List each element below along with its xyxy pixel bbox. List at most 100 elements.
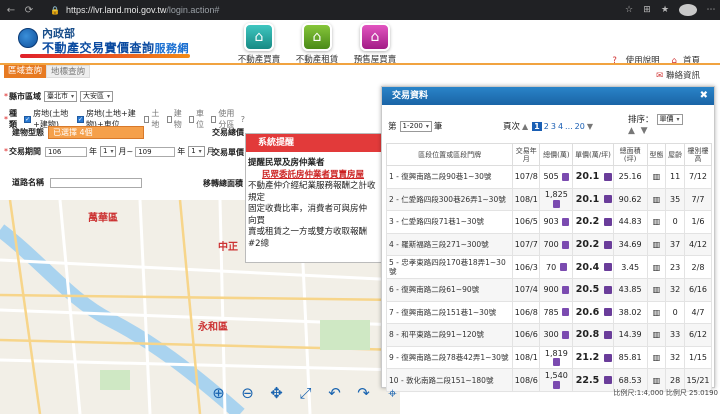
type-cell: ▥: [646, 345, 667, 370]
table-row[interactable]: 2 - 仁愛路四段300巷26弄1~30號 108/1 1,825 20.1 90.…: [385, 187, 713, 212]
period-end-month-select[interactable]: 1 ▾: [188, 146, 205, 157]
type-checkbox[interactable]: [24, 115, 32, 123]
period-start-year-input[interactable]: 106: [45, 146, 87, 157]
chart-icon[interactable]: [603, 330, 612, 339]
table-row[interactable]: 9 - 復興南路二段78巷42弄1~30號 108/1 1,819 21.2 85.…: [385, 345, 713, 370]
query-tabs: 區域查詢 地標查詢: [4, 65, 91, 78]
detail-icon[interactable]: [562, 240, 570, 249]
back-map-icon[interactable]: ↶: [320, 384, 349, 402]
nav-presale[interactable]: ⌂ 預售屋買賣: [346, 23, 404, 65]
column-header[interactable]: 總面積(坪): [612, 143, 648, 166]
table-row[interactable]: 7 - 復興南路二段151巷1~30號 106/8 785 20.6 38.02 ▥ 0…: [385, 300, 713, 325]
type-checkbox[interactable]: [76, 115, 84, 123]
column-header[interactable]: 樓別樓高: [683, 143, 713, 166]
building-type-select[interactable]: 已選擇 4個: [48, 126, 144, 139]
info-icon[interactable]: ?: [241, 115, 245, 124]
notice-link[interactable]: 民眾委託房仲業者買賣房屋: [262, 170, 382, 182]
close-icon[interactable]: ✖: [700, 90, 708, 101]
chart-icon[interactable]: [603, 376, 612, 385]
period-end-year-input[interactable]: 109: [135, 146, 176, 157]
column-header[interactable]: 屋齡: [665, 143, 685, 166]
road-name-input[interactable]: [50, 177, 142, 188]
nav-sale[interactable]: ⌂ 不動產買賣: [230, 23, 288, 65]
period-start-month-select[interactable]: 1 ▾: [100, 146, 117, 157]
map-label: 永和區: [198, 322, 228, 333]
detail-icon[interactable]: [562, 172, 570, 181]
detail-icon[interactable]: [562, 285, 570, 294]
chart-icon[interactable]: [603, 285, 612, 294]
total-price-cell: 1,540: [539, 368, 574, 392]
detail-icon[interactable]: [553, 199, 561, 208]
district-select[interactable]: 大安區 ▾: [80, 91, 114, 102]
page-link[interactable]: 2: [544, 122, 549, 131]
sort-direction: ▲ ▼: [628, 126, 648, 136]
type-checkbox[interactable]: [188, 115, 195, 123]
address-cell: 2 - 仁愛路四段300巷26弄1~30號: [385, 187, 514, 212]
floor-cell: 6/16: [683, 277, 713, 302]
detail-icon[interactable]: [559, 263, 567, 272]
page-links: 頁次 ▲ 1 2 3 4 ... 20 ▼: [503, 121, 594, 132]
page-link[interactable]: 4: [558, 122, 563, 131]
ministry-seal-icon: [18, 28, 38, 48]
detail-icon[interactable]: [553, 380, 561, 389]
column-header[interactable]: 型態: [646, 143, 667, 166]
page-link[interactable]: 3: [551, 122, 556, 131]
unit-price-cell: 20.4: [572, 255, 614, 279]
sort-asc-icon[interactable]: ▲: [628, 126, 635, 136]
prev-page-icon[interactable]: ▲: [522, 122, 528, 131]
detail-icon[interactable]: [562, 217, 570, 226]
column-header[interactable]: 交易年月: [512, 143, 541, 166]
chart-icon[interactable]: [603, 172, 612, 181]
area-cell: 43.85: [612, 277, 648, 302]
chart-icon[interactable]: [603, 263, 612, 272]
zoom-in-icon[interactable]: ⊕: [204, 384, 233, 402]
tab-district-query[interactable]: 區域查詢: [4, 65, 47, 78]
chart-icon[interactable]: [603, 308, 612, 317]
profile-avatar[interactable]: [679, 4, 697, 16]
table-row[interactable]: 8 - 和平東路二段91~120號 106/6 300 20.8 14.39 ▥ 33 6…: [385, 323, 713, 347]
county-select[interactable]: 臺北市 ▾: [44, 91, 78, 102]
fullscreen-icon[interactable]: ⤢: [291, 384, 320, 402]
type-checkbox[interactable]: [166, 115, 172, 123]
type-checkbox[interactable]: [144, 115, 150, 123]
locate-icon[interactable]: ⌖: [378, 384, 407, 402]
sort-desc-icon[interactable]: ▼: [641, 126, 648, 136]
area-cell: 85.81: [612, 345, 648, 370]
page-link[interactable]: 20: [575, 122, 585, 131]
floor-cell: 1/15: [683, 345, 713, 370]
detail-icon[interactable]: [562, 330, 570, 339]
more-menu-icon[interactable]: ⋯: [702, 5, 720, 15]
column-header[interactable]: 區段位置或區段門牌: [385, 143, 514, 166]
reload-icon[interactable]: ⟳: [22, 5, 36, 16]
table-row[interactable]: 6 - 復興南路二段61~90號 107/4 900 20.5 43.85 ▥ 32 6/…: [385, 277, 713, 302]
zoom-out-icon[interactable]: ⊖: [233, 384, 262, 402]
nav-rent[interactable]: ⌂ 不動產租賃: [288, 23, 346, 65]
column-header[interactable]: 單價(萬/坪): [572, 143, 614, 166]
address-bar[interactable]: https://lvr.land.moi.gov.tw/login.action…: [66, 5, 219, 15]
chart-icon[interactable]: [603, 217, 612, 226]
page-link[interactable]: 1: [532, 121, 542, 131]
contact-link[interactable]: ✉ 聯絡資訊: [656, 69, 700, 81]
table-row[interactable]: 5 - 忠孝東路四段170巷18弄1~30號 106/3 70 20.4 3.45 ▥…: [385, 255, 713, 279]
sort-select[interactable]: 單價 ▾: [656, 113, 683, 125]
forward-map-icon[interactable]: ↷: [349, 384, 378, 402]
next-page-icon[interactable]: ▼: [587, 122, 593, 131]
chart-icon[interactable]: [603, 195, 612, 204]
collections-icon[interactable]: ⊞: [638, 5, 656, 15]
pan-icon[interactable]: ✥: [262, 384, 291, 402]
zone-checkbox[interactable]: [211, 115, 217, 123]
chart-icon[interactable]: [603, 240, 612, 249]
column-header[interactable]: 總價(萬): [539, 143, 574, 166]
detail-icon[interactable]: [553, 358, 561, 367]
favorites-icon[interactable]: ☆: [620, 5, 638, 15]
tab-landmark-query[interactable]: 地標查詢: [46, 65, 91, 78]
chart-icon[interactable]: [603, 353, 612, 362]
favorites-bar-icon[interactable]: ★: [656, 5, 674, 15]
table-row[interactable]: 4 - 羅斯福路三段271~300號 107/7 700 20.2 34.69 ▥ 37…: [385, 232, 713, 257]
table-row[interactable]: 3 - 仁愛路四段71巷1~30號 106/5 903 20.2 44.83 ▥ 0 1/…: [385, 210, 713, 234]
chevron-down-icon: ▾: [110, 148, 114, 155]
back-icon[interactable]: ←: [4, 5, 18, 16]
table-row[interactable]: 1 - 復興南路二段90巷1~30號 107/8 505 20.1 25.16 ▥ 11…: [385, 165, 713, 189]
detail-icon[interactable]: [562, 308, 570, 317]
page-range-select[interactable]: 1-200 ▾: [399, 120, 432, 132]
